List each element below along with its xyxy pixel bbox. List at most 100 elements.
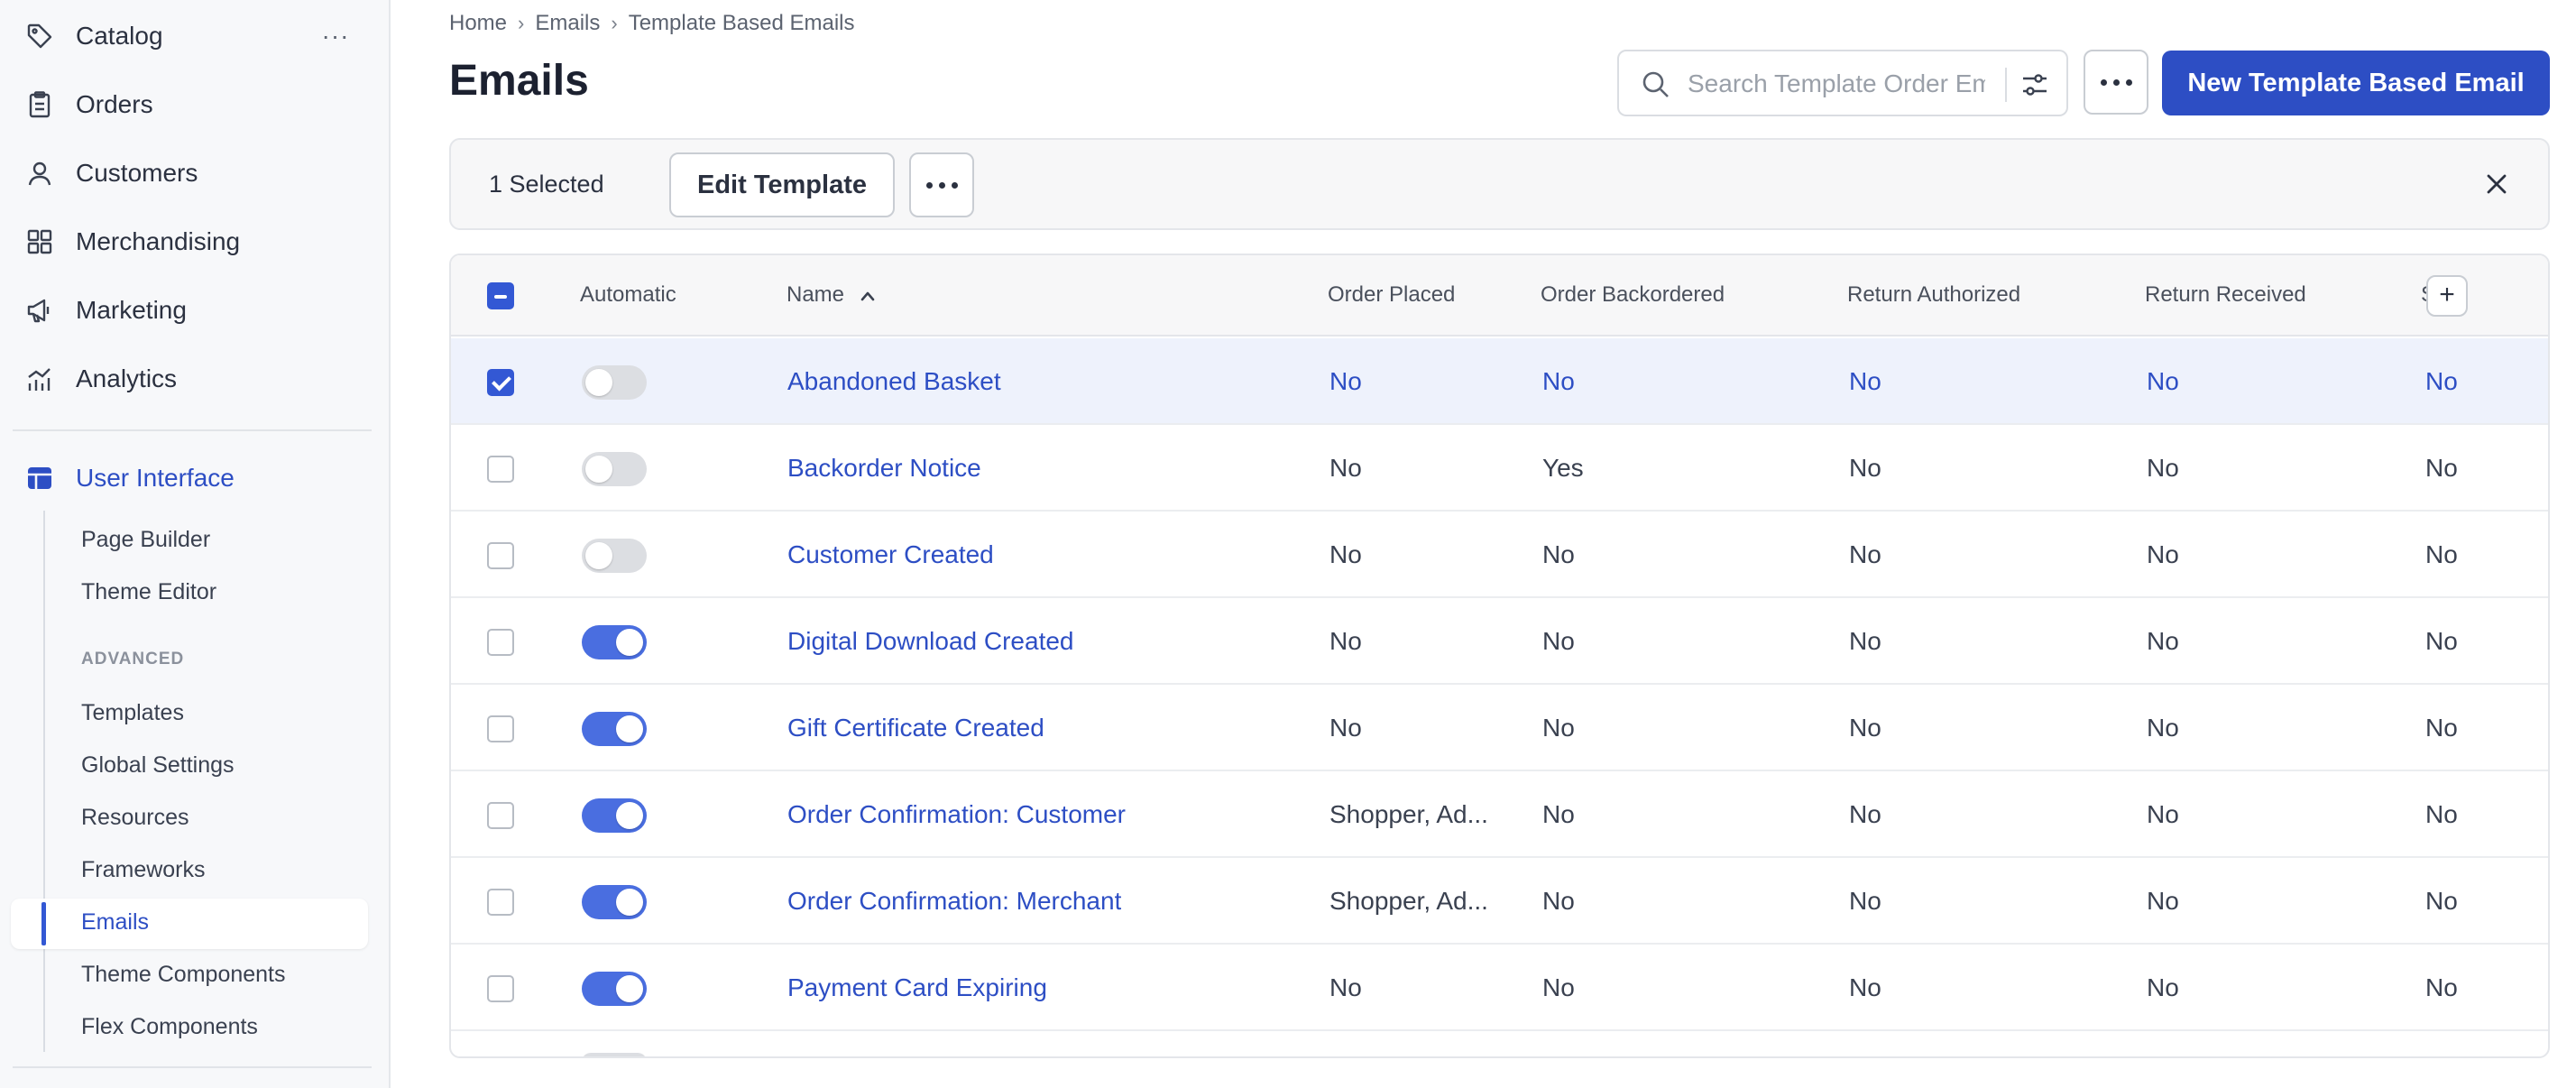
row-checkbox[interactable]: [487, 802, 514, 829]
row-checkbox[interactable]: [487, 975, 514, 1002]
email-name-link[interactable]: Backorder Notice: [787, 454, 981, 483]
filter-sliders-icon[interactable]: [2019, 69, 2050, 100]
cell-return-received: No: [2147, 367, 2179, 395]
header-more-button[interactable]: [2084, 50, 2148, 115]
table-row[interactable]: Backorder Notice No Yes No No No: [451, 425, 2548, 512]
sidebar-subitem-emails[interactable]: Emails: [81, 909, 149, 936]
email-name-link[interactable]: Digital Download Created: [787, 627, 1074, 656]
selection-more-button[interactable]: [909, 152, 974, 217]
sidebar-divider: [13, 1066, 372, 1068]
search-input[interactable]: [1688, 66, 1985, 102]
column-name-label: Name: [787, 282, 845, 307]
email-name-link[interactable]: Abandoned Basket: [787, 367, 1001, 396]
sidebar: Catalog ··· Orders Customers Merchandisi…: [0, 0, 391, 1088]
sidebar-item-analytics[interactable]: Analytics: [0, 352, 379, 406]
sidebar-item-orders[interactable]: Orders: [0, 78, 379, 132]
cell-s: No: [2425, 800, 2458, 828]
cell-return-authorized: No: [1849, 714, 1881, 742]
automatic-toggle[interactable]: [582, 452, 647, 486]
automatic-toggle[interactable]: [582, 539, 647, 573]
sidebar-item-user-interface[interactable]: User Interface: [0, 451, 379, 505]
email-name-link[interactable]: Gift Certificate Created: [787, 714, 1044, 742]
row-checkbox[interactable]: [487, 629, 514, 656]
table-row[interactable]: Order Confirmation: Customer Shopper, Ad.…: [451, 771, 2548, 858]
email-name-link[interactable]: Order Confirmation: Customer: [787, 800, 1126, 829]
cell-return-received: No: [2147, 454, 2179, 482]
close-icon[interactable]: [2481, 169, 2512, 199]
automatic-toggle[interactable]: [582, 712, 647, 746]
page-title: Emails: [449, 57, 589, 105]
edit-template-button[interactable]: Edit Template: [669, 152, 895, 217]
search-icon: [1641, 69, 1671, 100]
new-template-email-button[interactable]: New Template Based Email: [2162, 51, 2550, 115]
automatic-toggle[interactable]: [582, 972, 647, 1006]
breadcrumb-current: Template Based Emails: [628, 11, 855, 35]
sidebar-subitem-flex-components[interactable]: Flex Components: [81, 1014, 258, 1040]
row-checkbox[interactable]: [487, 369, 514, 396]
cell-return-authorized: No: [1849, 800, 1881, 828]
add-column-button[interactable]: +: [2426, 275, 2468, 317]
row-checkbox[interactable]: [487, 456, 514, 483]
automatic-toggle[interactable]: [582, 798, 647, 833]
row-checkbox[interactable]: [487, 542, 514, 569]
column-order-placed[interactable]: Order Placed: [1328, 282, 1455, 308]
sidebar-subitem-frameworks[interactable]: Frameworks: [81, 857, 206, 883]
table-row[interactable]: Digital Download Created No No No No No: [451, 598, 2548, 685]
automatic-toggle[interactable]: [582, 625, 647, 659]
select-all-checkbox[interactable]: [487, 282, 514, 309]
cell-return-received: No: [2147, 714, 2179, 742]
selection-bar: 1 Selected Edit Template: [449, 138, 2550, 230]
breadcrumb-home[interactable]: Home: [449, 11, 507, 36]
row-checkbox[interactable]: [487, 715, 514, 742]
column-return-received[interactable]: Return Received: [2145, 282, 2306, 308]
sidebar-item-merchandising[interactable]: Merchandising: [0, 215, 379, 269]
breadcrumb-emails[interactable]: Emails: [535, 11, 600, 36]
email-name-link[interactable]: Customer Created: [787, 540, 994, 569]
column-automatic[interactable]: Automatic: [580, 282, 676, 308]
table-row[interactable]: Abandoned Basket No No No No No: [451, 338, 2548, 425]
email-name-link[interactable]: Order Confirmation: Merchant: [787, 887, 1121, 916]
cell-s: No: [2425, 454, 2458, 482]
cell-s: No: [2425, 887, 2458, 915]
sidebar-subitem-templates[interactable]: Templates: [81, 700, 184, 726]
sidebar-subitem-theme-components[interactable]: Theme Components: [81, 962, 286, 988]
automatic-toggle[interactable]: [582, 365, 647, 400]
sidebar-item-label: Merchandising: [76, 227, 241, 255]
row-checkbox[interactable]: [487, 889, 514, 916]
cell-return-authorized: No: [1849, 627, 1881, 655]
sidebar-subitem-global-settings[interactable]: Global Settings: [81, 752, 235, 779]
cell-order-backordered: No: [1542, 973, 1575, 1001]
sidebar-item-label: Catalog: [76, 22, 163, 50]
email-name-link[interactable]: Payment Card Expiring: [787, 973, 1047, 1002]
sort-ascending-icon: [860, 283, 876, 309]
automatic-toggle[interactable]: [582, 885, 647, 919]
sidebar-item-label: Customers: [76, 159, 198, 187]
sidebar-item-customers[interactable]: Customers: [0, 146, 379, 200]
cell-order-placed: No: [1329, 714, 1362, 742]
chevron-right-icon: ›: [611, 12, 618, 34]
more-icon[interactable]: ···: [319, 20, 352, 52]
sidebar-item-label: User Interface: [76, 464, 235, 492]
cell-order-backordered: Yes: [1542, 454, 1584, 482]
sidebar-subitem-resources[interactable]: Resources: [81, 805, 189, 831]
table-row[interactable]: Order Confirmation: Merchant Shopper, Ad.…: [451, 858, 2548, 945]
bar-chart-icon: [25, 364, 54, 393]
cell-return-received: No: [2147, 800, 2179, 828]
column-order-backordered[interactable]: Order Backordered: [1541, 282, 1725, 308]
cell-order-placed: No: [1329, 454, 1362, 482]
cell-order-backordered: No: [1542, 887, 1575, 915]
cell-return-authorized: No: [1849, 540, 1881, 568]
sidebar-item-marketing[interactable]: Marketing: [0, 283, 379, 337]
table-row[interactable]: Payment Card Expiring No No No No No: [451, 945, 2548, 1031]
table-row[interactable]: Customer Created No No No No No: [451, 512, 2548, 598]
column-return-authorized[interactable]: Return Authorized: [1847, 282, 2020, 308]
column-name[interactable]: Name: [787, 282, 876, 309]
user-icon: [25, 159, 54, 188]
cell-s: No: [2425, 973, 2458, 1001]
sidebar-item-catalog[interactable]: Catalog ···: [0, 9, 379, 63]
sidebar-subitem-theme-editor[interactable]: Theme Editor: [81, 579, 216, 605]
cell-return-received: No: [2147, 540, 2179, 568]
table-row[interactable]: Gift Certificate Created No No No No No: [451, 685, 2548, 771]
sidebar-subitem-page-builder[interactable]: Page Builder: [81, 527, 210, 553]
cell-return-received: No: [2147, 887, 2179, 915]
